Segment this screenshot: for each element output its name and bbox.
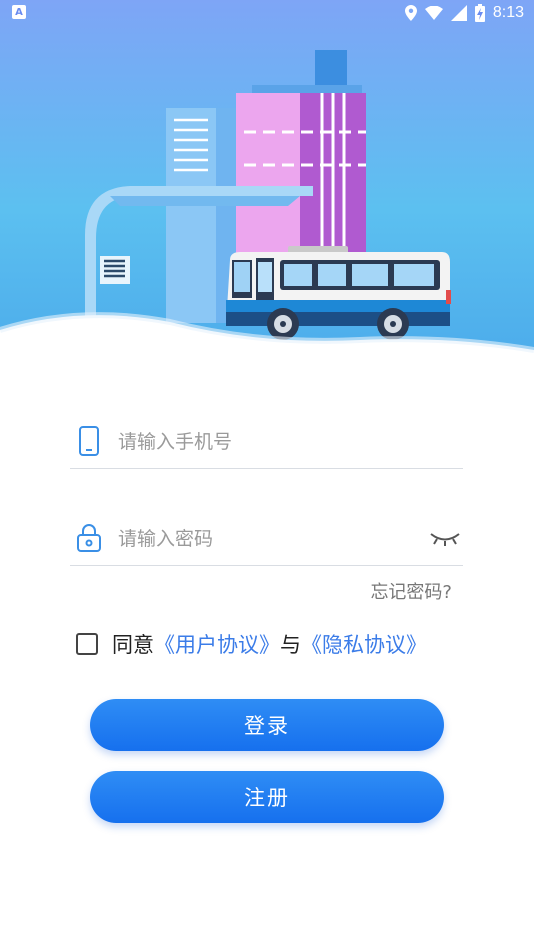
phone-field: [70, 412, 463, 469]
battery-icon: [474, 4, 485, 22]
lock-icon: [77, 524, 101, 552]
eye-closed-icon[interactable]: [429, 527, 461, 549]
agreement-prefix: 同意: [112, 633, 154, 657]
agreement-conjunction: 与: [280, 633, 301, 657]
phone-icon: [79, 426, 99, 456]
password-input[interactable]: [116, 523, 420, 555]
status-bar: A 8:13: [0, 0, 534, 26]
agreement-checkbox[interactable]: [76, 633, 98, 655]
hero-illustration: [0, 0, 534, 380]
login-button[interactable]: 登录: [90, 699, 444, 751]
user-agreement-link[interactable]: 《用户协议》: [154, 629, 280, 659]
wifi-icon: [424, 6, 443, 20]
location-icon: [404, 5, 417, 21]
forgot-password-link[interactable]: 忘记密码?: [370, 578, 452, 604]
notification-icon: A: [12, 5, 26, 19]
agreement-row: 同意 《用户协议》 与 《隐私协议》: [76, 627, 427, 661]
privacy-agreement-link[interactable]: 《隐私协议》: [301, 629, 427, 659]
password-field: [70, 509, 463, 566]
notification-glyph: A: [15, 6, 23, 18]
status-icons: 8:13: [404, 0, 524, 26]
signal-icon: [450, 5, 467, 21]
clock: 8:13: [492, 4, 524, 21]
register-button[interactable]: 注册: [90, 771, 444, 823]
phone-input[interactable]: [116, 426, 420, 458]
